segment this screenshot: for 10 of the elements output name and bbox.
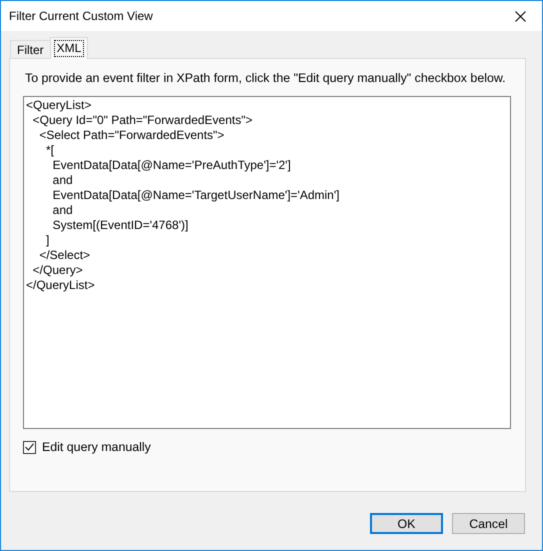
window-title: Filter Current Custom View	[9, 9, 153, 23]
instruction-text: To provide an event filter in XPath form, click the "Edit query manually" checkbox below.	[25, 70, 507, 86]
cancel-button[interactable]: Cancel	[452, 513, 525, 534]
checkbox-label[interactable]: Edit query manually	[42, 440, 151, 454]
tab[interactable]: Filter	[10, 40, 51, 58]
tab[interactable]: XML	[50, 37, 88, 59]
checkbox[interactable]	[23, 440, 36, 454]
query-field[interactable]: <QueryList> <Query Id="0" Path="ForwardedEvents"> <Select Path="ForwardedEvents"> *[ EventData[Data[@Name='PreAuthType']='2'] and EventData[Data[@Name='TargetUserName']='Admin'] and System[(EventID='4768')] ] </Select> </Query> </QueryList>	[23, 96, 511, 429]
close-icon	[514, 10, 526, 22]
ok-button[interactable]: OK	[370, 513, 443, 534]
